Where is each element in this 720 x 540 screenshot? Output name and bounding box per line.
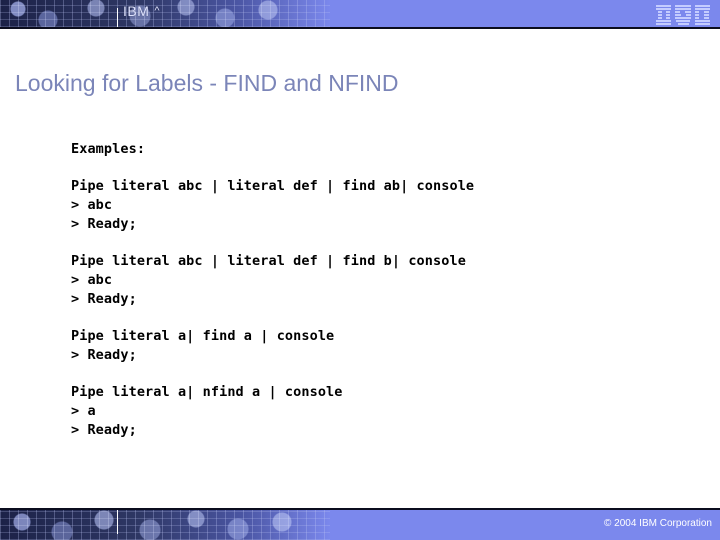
header-vertical-rule [117,8,118,27]
slide-header: IBM ^ [0,0,720,29]
code-line: Pipe literal a| find a | console [71,328,335,345]
code-line: > Ready; [71,290,137,307]
code-line: > abc [71,271,113,288]
footer-decorative-pattern [0,510,330,540]
code-line: Pipe literal a| nfind a | console [71,384,343,401]
code-line: Pipe literal abc | literal def | find ab… [71,178,475,195]
code-line: Pipe literal abc | literal def | find b|… [71,253,466,270]
ibm-brand-text: IBM [123,3,150,19]
page-title: Looking for Labels - FIND and NFIND [15,70,399,96]
ibm-eserver-wordmark: IBM ^ [123,3,160,20]
footer-vertical-rule [117,510,118,534]
slide-footer: © 2004 IBM Corporation [0,508,720,540]
ibm-logo-icon [656,5,710,25]
code-line: > a [71,402,96,419]
code-line: > Ready; [71,215,137,232]
copyright-text: © 2004 IBM Corporation [604,518,712,529]
header-decorative-pattern [0,0,330,27]
code-line: > Ready; [71,346,137,363]
eserver-caret-icon: ^ [154,5,161,17]
code-line: Examples: [71,141,146,157]
code-line: > abc [71,197,113,214]
code-line: > Ready; [71,421,137,438]
code-example-block: Examples: Pipe literal abc | literal def… [71,140,671,439]
